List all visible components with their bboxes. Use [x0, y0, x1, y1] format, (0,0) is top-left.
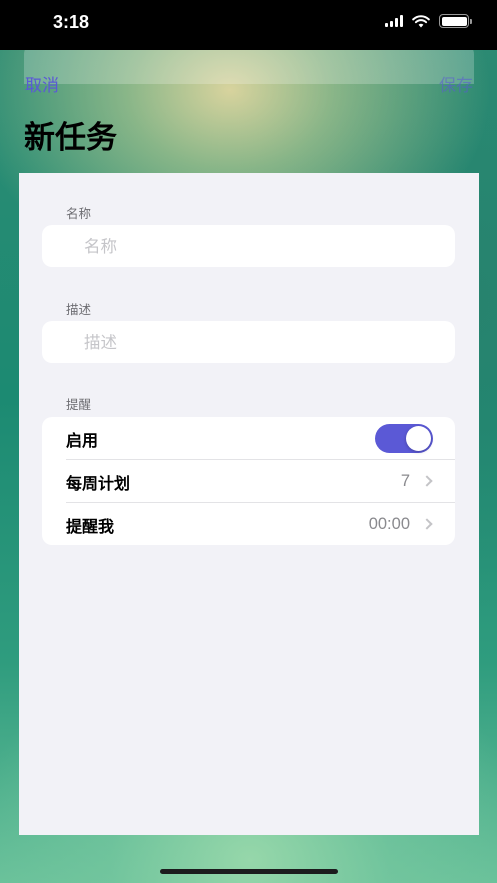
section-header-description: 描述 — [66, 302, 92, 317]
screen: 3:18 取消 保存 新任务 名称 描述 — [0, 0, 497, 883]
chevron-right-icon — [421, 475, 433, 487]
description-field — [42, 321, 455, 363]
name-input[interactable] — [42, 225, 455, 267]
home-indicator — [160, 869, 338, 874]
remind-me-row[interactable]: 提醒我 00:00 — [42, 503, 455, 546]
remind-me-time: 00:00 — [368, 515, 410, 533]
reminder-group: 启用 每周计划 7 提醒我 00:00 — [42, 417, 455, 545]
toggle-knob — [406, 426, 431, 451]
section-header-name: 名称 — [66, 206, 92, 221]
save-button[interactable]: 保存 — [439, 71, 473, 96]
status-icons — [385, 14, 472, 28]
weekly-schedule-row[interactable]: 每周计划 7 — [42, 460, 455, 503]
status-time: 3:18 — [53, 12, 90, 32]
description-input[interactable] — [42, 321, 455, 363]
remind-me-label: 提醒我 — [66, 516, 115, 536]
enable-toggle[interactable] — [375, 424, 433, 453]
battery-icon — [439, 14, 472, 28]
enable-label: 启用 — [66, 430, 99, 450]
page-title: 新任务 — [24, 120, 117, 156]
weekly-schedule-value: 7 — [400, 472, 410, 490]
weekly-schedule-label: 每周计划 — [66, 473, 131, 493]
chevron-right-icon — [421, 518, 433, 530]
enable-row: 启用 — [42, 417, 455, 460]
task-form: 名称 描述 提醒 启用 每周计划 7 — [19, 173, 479, 835]
section-header-reminder: 提醒 — [66, 397, 92, 412]
wifi-icon — [412, 14, 430, 27]
status-bar: 3:18 — [0, 0, 497, 50]
cellular-signal-icon — [385, 15, 403, 27]
cancel-button[interactable]: 取消 — [25, 71, 59, 96]
name-field — [42, 225, 455, 267]
new-task-sheet: 取消 保存 新任务 名称 描述 提醒 启用 — [0, 52, 497, 883]
